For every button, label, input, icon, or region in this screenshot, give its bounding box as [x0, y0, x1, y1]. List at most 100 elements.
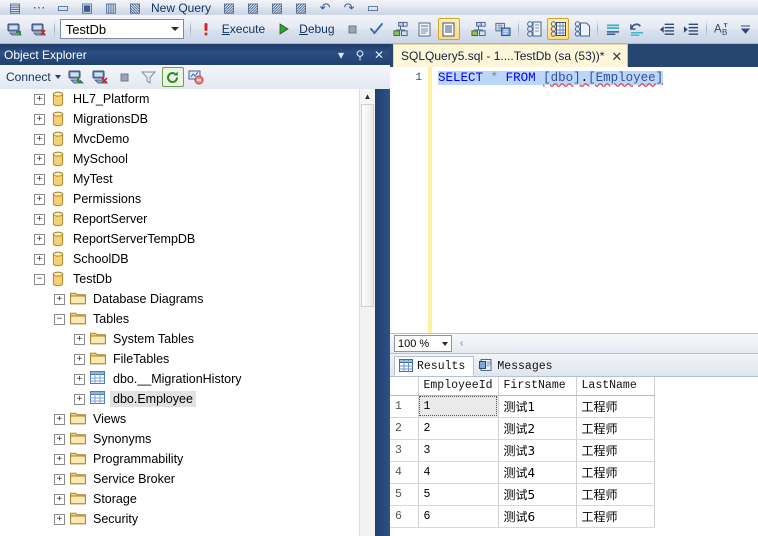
comment-lines-button[interactable] [602, 18, 624, 40]
results-grid[interactable]: EmployeeId FirstName LastName 1 1 测试1 工程师 2 2 测试2… [390, 376, 758, 536]
table-cell[interactable]: 工程师 [576, 439, 655, 462]
table-cell[interactable]: 测试3 [498, 439, 577, 462]
refresh-icon[interactable] [161, 67, 184, 87]
tree-item[interactable]: + Views [0, 409, 375, 429]
object-explorer-scrollbar[interactable]: ▲ [359, 89, 375, 536]
column-header[interactable]: LastName [576, 377, 655, 396]
tree-item[interactable]: − TestDb [0, 269, 375, 289]
expand-icon[interactable]: + [54, 293, 65, 305]
tree-item[interactable]: + Service Broker [0, 469, 375, 489]
disconnect-icon[interactable] [90, 67, 112, 87]
expand-icon[interactable]: + [34, 113, 45, 125]
expand-icon[interactable]: + [34, 253, 45, 265]
row-header[interactable]: 1 [390, 395, 419, 418]
table-cell[interactable]: 工程师 [576, 483, 655, 506]
results-to-file-button[interactable] [571, 18, 593, 40]
results-to-grid-button[interactable] [523, 18, 545, 40]
tree-item[interactable]: + Permissions [0, 189, 375, 209]
activity-monitor-icon[interactable] [186, 67, 208, 87]
table-cell[interactable]: 测试2 [498, 417, 577, 440]
expand-icon[interactable]: + [54, 473, 65, 485]
expand-icon[interactable]: + [34, 193, 45, 205]
tree-item[interactable]: + Database Diagrams [0, 289, 375, 309]
object-explorer-tree[interactable]: + HL7_Platform + MigrationsDB + MvcDemo + MySch… [0, 89, 375, 536]
table-row[interactable]: 5 5 测试5 工程师 [390, 483, 655, 506]
decrease-indent-button[interactable] [656, 18, 678, 40]
execute-button[interactable]: Execute [219, 18, 270, 40]
table-cell[interactable]: 测试5 [498, 483, 577, 506]
include-client-statistics-button[interactable] [468, 18, 490, 40]
tree-item[interactable]: − Tables [0, 309, 375, 329]
expand-icon[interactable]: + [34, 233, 45, 245]
close-panel-icon[interactable]: ✕ [371, 47, 387, 63]
expand-icon[interactable]: + [74, 353, 85, 365]
debug-button[interactable]: Debug [296, 18, 339, 40]
table-row[interactable]: 6 6 测试6 工程师 [390, 505, 655, 528]
table-row[interactable]: 3 3 测试3 工程师 [390, 439, 655, 462]
query-options-button[interactable] [414, 18, 436, 40]
table-row[interactable]: 1 1 测试1 工程师 [390, 395, 655, 418]
tree-item[interactable]: + dbo.Employee [0, 389, 375, 409]
tab-results[interactable]: Results [394, 356, 475, 376]
panel-splitter[interactable] [375, 89, 390, 536]
expand-icon[interactable]: + [54, 493, 65, 505]
tree-item[interactable]: + ReportServer [0, 209, 375, 229]
tree-item[interactable]: + Security [0, 509, 375, 529]
table-row[interactable]: 4 4 测试4 工程师 [390, 461, 655, 484]
expand-icon[interactable]: + [54, 433, 65, 445]
toolbar-overflow-button[interactable] [735, 18, 757, 40]
tree-item[interactable]: + System Tables [0, 329, 375, 349]
stop-button[interactable] [342, 18, 364, 40]
connect-icon[interactable] [66, 67, 88, 87]
expand-icon[interactable]: + [34, 153, 45, 165]
collapse-icon[interactable]: − [54, 313, 65, 325]
scroll-up-icon[interactable]: ▲ [360, 89, 375, 104]
column-header[interactable]: EmployeeId [418, 377, 499, 396]
tree-item[interactable]: + ReportServerTempDB [0, 229, 375, 249]
code-editor[interactable]: 1 SELECT * FROM [dbo].[Employee] [390, 67, 758, 333]
row-header[interactable]: 6 [390, 505, 419, 528]
table-cell[interactable]: 5 [418, 483, 499, 506]
table-cell[interactable]: 工程师 [576, 505, 655, 528]
table-cell[interactable]: 测试1 [498, 395, 577, 418]
expand-icon[interactable]: + [74, 333, 85, 345]
results-to-text-button[interactable] [492, 18, 514, 40]
grid-corner-cell[interactable] [390, 377, 419, 396]
table-cell[interactable]: 测试6 [498, 505, 577, 528]
document-tab-sqlquery5[interactable]: SQLQuery5.sql - 1....TestDb (sa (53))* ✕ [393, 44, 629, 67]
tree-item[interactable]: + MvcDemo [0, 129, 375, 149]
chevron-down-icon[interactable] [442, 341, 448, 346]
expand-icon[interactable]: + [54, 513, 65, 525]
display-estimated-execution-plan-button[interactable] [390, 18, 412, 40]
tree-item[interactable]: + MyTest [0, 169, 375, 189]
include-actual-execution-plan-button[interactable] [437, 18, 460, 40]
expand-icon[interactable]: + [54, 413, 65, 425]
window-dropdown-icon[interactable]: ▾ [333, 47, 349, 63]
expand-icon[interactable]: + [34, 173, 45, 185]
row-header[interactable]: 2 [390, 417, 419, 440]
tree-item[interactable]: + Programmability [0, 449, 375, 469]
tree-item[interactable]: + Storage [0, 489, 375, 509]
table-cell[interactable]: 3 [418, 439, 499, 462]
chevron-down-icon[interactable] [54, 75, 61, 79]
table-cell[interactable]: 工程师 [576, 395, 655, 418]
sql-code-line[interactable]: SELECT * FROM [dbo].[Employee] [438, 70, 664, 86]
close-icon[interactable]: ✕ [611, 50, 622, 63]
tree-item[interactable]: + MySchool [0, 149, 375, 169]
tree-item[interactable]: + FileTables [0, 349, 375, 369]
expand-icon[interactable]: + [74, 393, 85, 405]
expand-icon[interactable]: + [34, 213, 45, 225]
parse-query-button[interactable] [366, 18, 388, 40]
disconnect-object-explorer-icon[interactable] [28, 18, 50, 40]
stop-icon[interactable] [114, 67, 136, 87]
row-header[interactable]: 4 [390, 461, 419, 484]
table-cell[interactable]: 工程师 [576, 461, 655, 484]
expand-icon[interactable]: + [34, 93, 45, 105]
table-row[interactable]: 2 2 测试2 工程师 [390, 417, 655, 440]
table-cell[interactable]: 4 [418, 461, 499, 484]
expand-icon[interactable]: + [34, 133, 45, 145]
row-header[interactable]: 5 [390, 483, 419, 506]
connect-object-explorer-icon[interactable] [4, 18, 26, 40]
execute-icon[interactable] [195, 18, 217, 40]
chevron-down-icon[interactable] [171, 27, 180, 31]
